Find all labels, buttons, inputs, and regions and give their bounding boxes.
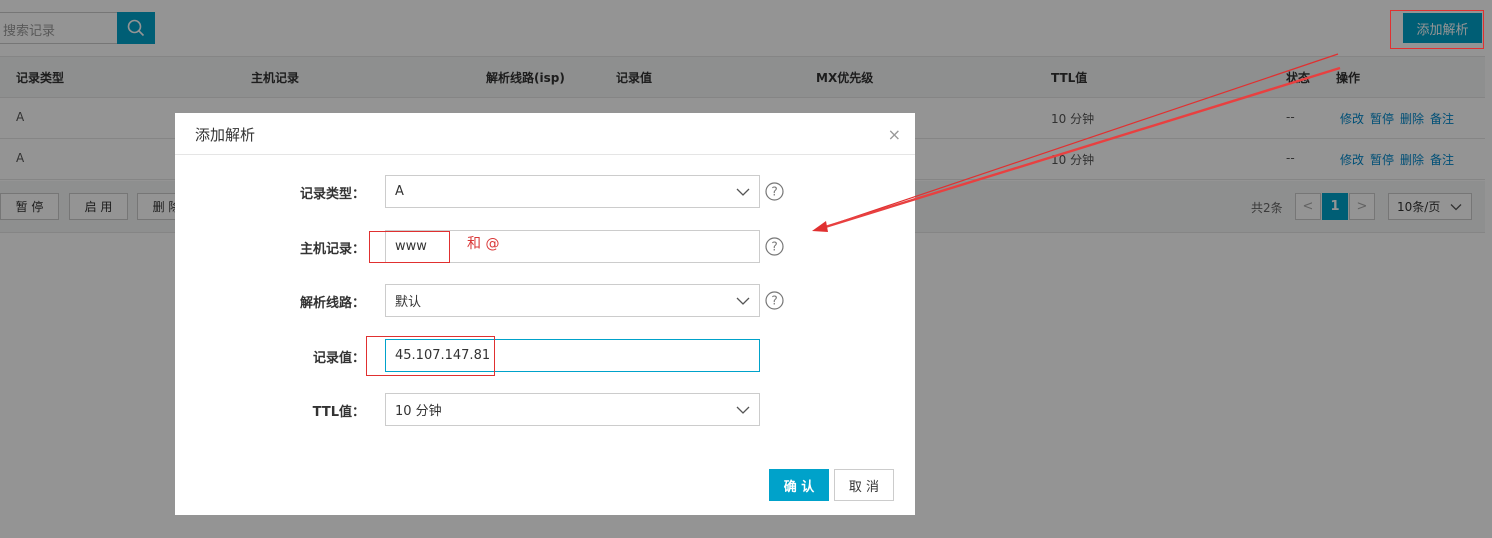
annotation-arrow (812, 53, 1341, 232)
